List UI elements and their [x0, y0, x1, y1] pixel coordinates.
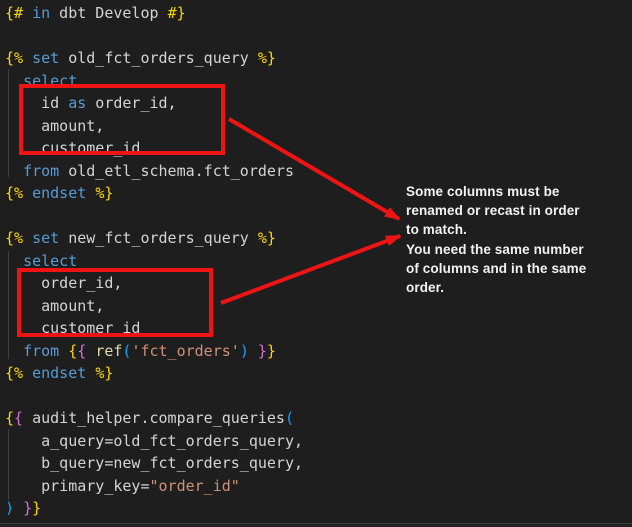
code-token — [14, 499, 23, 517]
code-token: %} — [258, 49, 276, 67]
annotation-box-1 — [19, 84, 225, 155]
code-token: { — [5, 409, 14, 427]
annotation-note-line-5: order. — [406, 278, 586, 297]
code-token: { — [14, 409, 23, 427]
code-token — [249, 342, 258, 360]
annotation-note-line-2: to match. — [406, 220, 586, 239]
code-token: old_etl_schema.fct_orders — [59, 162, 294, 180]
code-token — [59, 342, 68, 360]
code-token: ) — [240, 342, 249, 360]
code-token: ( — [285, 409, 294, 427]
code-line-19[interactable]: a_query=old_fct_orders_query, — [5, 430, 303, 453]
code-token: endset — [32, 184, 86, 202]
code-token: ) — [5, 499, 14, 517]
code-line-9[interactable] — [5, 205, 303, 228]
code-token: "order_id" — [150, 477, 240, 495]
code-token: {# — [5, 4, 32, 22]
code-line-1[interactable] — [5, 25, 303, 48]
code-token: %} — [95, 364, 113, 382]
code-token — [86, 342, 95, 360]
code-line-15[interactable]: from {{ ref('fct_orders') }} — [5, 340, 303, 363]
code-line-16[interactable]: {% endset %} — [5, 362, 303, 385]
code-token: set — [32, 229, 59, 247]
annotation-note-line-0: Some columns must be — [406, 182, 586, 201]
code-token: {% — [5, 184, 32, 202]
code-line-18[interactable]: {{ audit_helper.compare_queries( — [5, 407, 303, 430]
code-token: primary_key= — [5, 477, 150, 495]
code-token: in — [32, 4, 50, 22]
editor-bottom-border — [0, 523, 632, 527]
code-line-17[interactable] — [5, 385, 303, 408]
annotation-box-2 — [17, 268, 213, 337]
code-token — [86, 364, 95, 382]
code-line-8[interactable]: {% endset %} — [5, 182, 303, 205]
indent-guide-1 — [8, 251, 9, 359]
annotation-note-line-1: renamed or recast in order — [406, 201, 586, 220]
code-line-0[interactable]: {# in dbt Develop #} — [5, 2, 303, 25]
annotation-note: Some columns must berenamed or recast in… — [406, 182, 586, 297]
annotation-note-line-3: You need the same number — [406, 240, 586, 259]
code-token: set — [32, 49, 59, 67]
code-token: new_fct_orders_query — [59, 229, 258, 247]
code-line-21[interactable]: primary_key="order_id" — [5, 475, 303, 498]
code-token: } — [23, 499, 32, 517]
code-area[interactable]: {# in dbt Develop #} {% set old_fct_orde… — [5, 2, 303, 520]
code-token: } — [267, 342, 276, 360]
code-token: ref — [95, 342, 122, 360]
code-token: from — [23, 162, 59, 180]
code-token: old_fct_orders_query — [59, 49, 258, 67]
code-token: a_query=old_fct_orders_query, — [5, 432, 303, 450]
code-token: select — [23, 252, 77, 270]
indent-guide-0 — [8, 69, 9, 177]
code-token: from — [23, 342, 59, 360]
code-token: 'fct_orders' — [131, 342, 239, 360]
code-line-20[interactable]: b_query=new_fct_orders_query, — [5, 452, 303, 475]
code-line-10[interactable]: {% set new_fct_orders_query %} — [5, 227, 303, 250]
annotation-note-line-4: of columns and in the same — [406, 259, 586, 278]
code-editor: {# in dbt Develop #} {% set old_fct_orde… — [0, 0, 632, 527]
code-token: endset — [32, 364, 86, 382]
code-token: b_query=new_fct_orders_query, — [5, 454, 303, 472]
indent-guide-2 — [8, 429, 9, 500]
code-token: } — [32, 499, 41, 517]
code-token: dbt Develop — [50, 4, 167, 22]
code-token: } — [258, 342, 267, 360]
code-token: {% — [5, 229, 32, 247]
code-line-7[interactable]: from old_etl_schema.fct_orders — [5, 160, 303, 183]
code-token: %} — [95, 184, 113, 202]
code-token: audit_helper.compare_queries — [23, 409, 285, 427]
code-line-2[interactable]: {% set old_fct_orders_query %} — [5, 47, 303, 70]
code-token: {% — [5, 49, 32, 67]
code-token — [86, 184, 95, 202]
code-line-22[interactable]: ) }} — [5, 497, 303, 520]
code-token: {% — [5, 364, 32, 382]
code-token: %} — [258, 229, 276, 247]
code-token: #} — [168, 4, 186, 22]
code-token: { — [77, 342, 86, 360]
code-token: { — [68, 342, 77, 360]
